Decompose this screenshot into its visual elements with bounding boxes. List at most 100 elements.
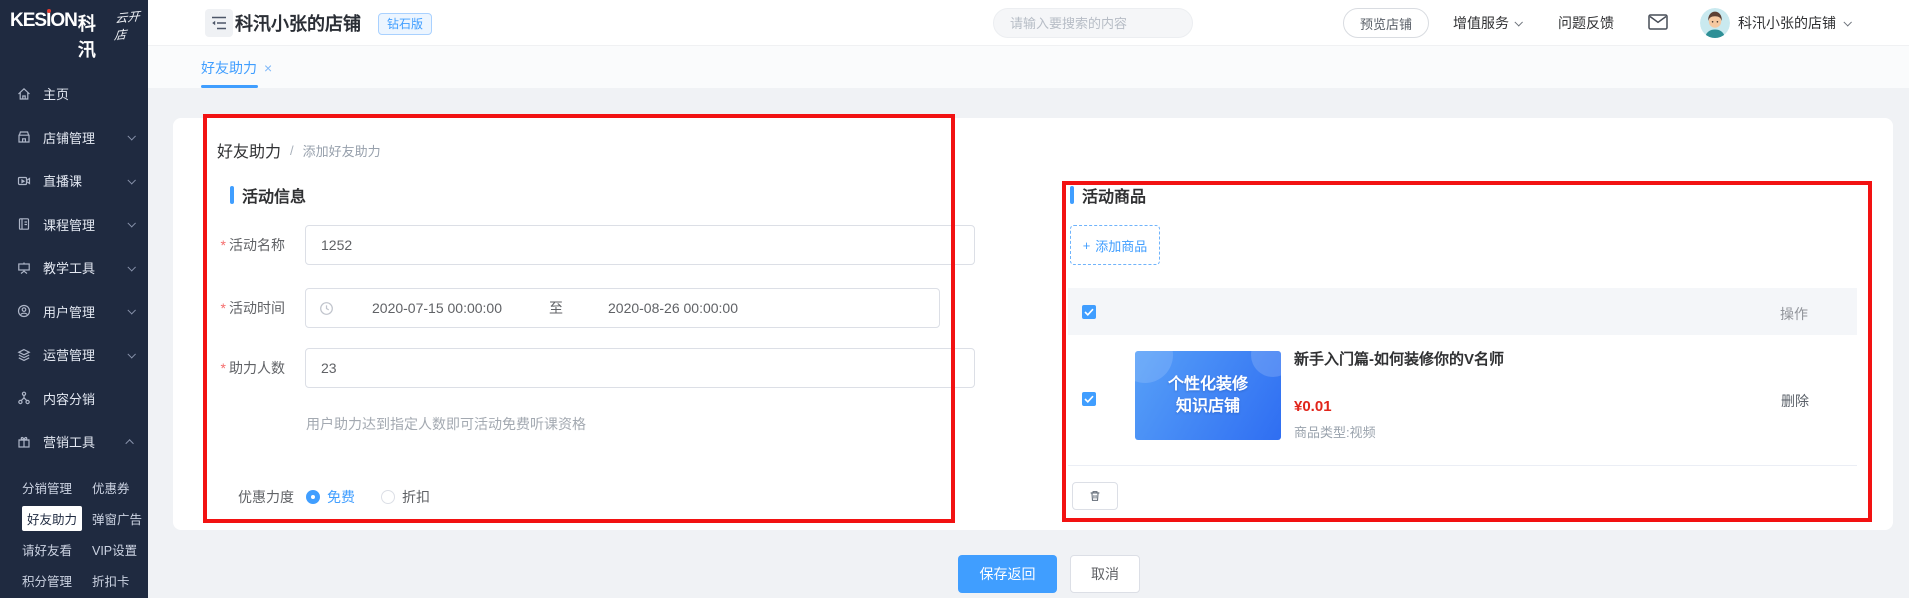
sidebar-item-shop-management[interactable]: 店铺管理 [0, 116, 148, 160]
tab-friend-boost[interactable]: 好友助力 × [201, 58, 272, 88]
sidebar-item-home[interactable]: 主页 [0, 72, 148, 116]
submenu-item-discount-card[interactable]: 折扣卡 [92, 571, 130, 590]
select-all-checkbox[interactable] [1082, 305, 1096, 319]
app-screen: KESION 科汛 云开店 主页 店铺管理 直播课 课程管理 教学工具 用户管理… [0, 0, 1909, 598]
radio-discount[interactable]: 折扣 [381, 487, 430, 507]
product-cover-image: 个性化装修 知识店铺 [1135, 351, 1281, 440]
brand-name: KESION [10, 10, 78, 31]
product-price: ¥0.01 [1294, 398, 1332, 415]
value-added-services-menu[interactable]: 增值服务 [1453, 0, 1523, 46]
start-date-value[interactable]: 2020-07-15 00:00:00 [372, 300, 502, 316]
activity-time-range-picker[interactable]: 2020-07-15 00:00:00 至 2020-08-26 00:00:0… [305, 288, 940, 328]
boost-count-input[interactable] [321, 360, 959, 376]
activity-name-field [305, 225, 975, 265]
batch-delete-button[interactable] [1072, 482, 1118, 510]
radio-free[interactable]: 免费 [306, 487, 355, 507]
marketing-submenu: 分销管理 优惠券 好友助力 弹窗广告 请好友看 VIP设置 积分管理 折扣卡 [0, 472, 148, 596]
chevron-down-icon [1514, 18, 1523, 27]
save-return-button[interactable]: 保存返回 [958, 555, 1057, 593]
add-product-button[interactable]: + 添加商品 [1070, 225, 1160, 265]
submenu-item-distribution[interactable]: 分销管理 [22, 478, 72, 497]
breadcrumb: 好友助力 / 添加好友助力 [217, 138, 381, 162]
submenu-item-points[interactable]: 积分管理 [22, 571, 72, 590]
chevron-down-icon [127, 306, 136, 315]
sidebar-item-operation-management[interactable]: 运营管理 [0, 333, 148, 377]
value-added-label: 增值服务 [1453, 15, 1509, 31]
discount-strength-label: 优惠力度 [238, 489, 294, 505]
plan-badge: 钻石版 [378, 13, 433, 35]
sidebar-item-label: 店铺管理 [43, 130, 96, 146]
shop-title: 科汛小张的店铺 [235, 14, 361, 34]
sidebar-item-label: 运营管理 [43, 348, 96, 364]
brand-suffix: 云开店 [113, 9, 141, 43]
check-icon [1084, 308, 1094, 316]
submenu-item-vip-settings[interactable]: VIP设置 [92, 540, 137, 559]
submenu-item-popup-ad[interactable]: 弹窗广告 [92, 509, 142, 528]
product-title: 新手入门篇-如何装修你的V名师 [1294, 351, 1505, 368]
submenu-item-friend-boost[interactable]: 好友助力 [22, 506, 83, 531]
chevron-down-icon [127, 175, 136, 185]
cancel-button[interactable]: 取消 [1070, 555, 1140, 593]
section-title-text: 活动信息 [242, 189, 307, 206]
chevron-down-icon [1843, 18, 1852, 27]
account-name: 科汛小张的店铺 [1738, 15, 1836, 31]
discount-strength-row: 优惠力度 免费 折扣 [238, 487, 430, 507]
end-date-value[interactable]: 2020-08-26 00:00:00 [608, 300, 738, 316]
radio-free-label: 免费 [327, 489, 355, 505]
live-camera-icon [16, 173, 32, 189]
radio-selected-icon [306, 490, 320, 504]
boost-count-field [305, 348, 975, 388]
tab-close-icon[interactable]: × [264, 60, 272, 76]
breadcrumb-current: 添加好友助力 [302, 143, 381, 159]
feedback-label: 问题反馈 [1558, 15, 1614, 31]
sidebar-item-label: 内容分销 [43, 391, 96, 407]
sidebar-item-label: 用户管理 [43, 304, 96, 320]
sidebar-item-teaching-tools[interactable]: 教学工具 [0, 246, 148, 290]
boost-count-label: 助力人数 [168, 348, 285, 388]
sidebar-item-user-management[interactable]: 用户管理 [0, 290, 148, 334]
preview-shop-button[interactable]: 预览店铺 [1343, 8, 1430, 38]
submenu-item-invite-friends[interactable]: 请好友看 [22, 540, 72, 559]
sidebar-item-label: 直播课 [43, 174, 83, 190]
activity-name-label: 活动名称 [168, 225, 285, 265]
breadcrumb-root[interactable]: 好友助力 [217, 138, 281, 162]
shop-icon [16, 129, 32, 145]
row-divider [1068, 465, 1857, 466]
main-page: 好友助力 / 添加好友助力 活动信息 活动名称 活动时间 2020-07-15 … [148, 88, 1909, 598]
global-search [993, 8, 1193, 38]
avatar [1700, 8, 1730, 38]
chevron-down-icon [127, 219, 136, 228]
breadcrumb-separator: / [290, 142, 294, 158]
sidebar-item-course-management[interactable]: 课程管理 [0, 203, 148, 247]
gift-icon [16, 434, 32, 450]
radio-unselected-icon [381, 490, 395, 504]
plus-icon: + [1082, 237, 1091, 253]
brand-name-cn: 科汛 [77, 14, 96, 60]
delete-product-link[interactable]: 删除 [1781, 391, 1809, 411]
sidebar-item-marketing-tools[interactable]: 营销工具 [0, 420, 148, 464]
activity-time-label: 活动时间 [168, 288, 285, 328]
section-accent-bar [230, 186, 234, 204]
tab-bar: 好友助力 × [148, 46, 1909, 88]
check-icon [1084, 395, 1094, 403]
sidebar-item-label: 营销工具 [43, 435, 96, 451]
product-table-header: 操作 [1068, 288, 1857, 335]
sidebar-item-content-distribution[interactable]: 内容分销 [0, 377, 148, 421]
activity-name-input[interactable] [321, 237, 959, 253]
trash-icon [1090, 491, 1100, 501]
layers-icon [16, 347, 32, 363]
chevron-down-icon [127, 262, 136, 272]
account-menu[interactable]: 科汛小张的店铺 [1700, 0, 1852, 46]
cover-text-line2: 知识店铺 [1175, 397, 1240, 415]
product-row-checkbox[interactable] [1082, 392, 1096, 406]
feedback-link[interactable]: 问题反馈 [1558, 0, 1614, 46]
section-title-text: 活动商品 [1082, 189, 1147, 206]
user-icon [16, 303, 32, 319]
search-input[interactable] [1010, 15, 1186, 31]
messages-button[interactable] [1648, 14, 1668, 35]
submenu-item-coupon[interactable]: 优惠券 [92, 478, 130, 497]
cover-text-line1: 个性化装修 [1167, 375, 1248, 393]
collapse-menu-button[interactable] [205, 9, 233, 37]
sidebar-item-live-course[interactable]: 直播课 [0, 159, 148, 203]
date-range-separator: 至 [549, 300, 563, 316]
